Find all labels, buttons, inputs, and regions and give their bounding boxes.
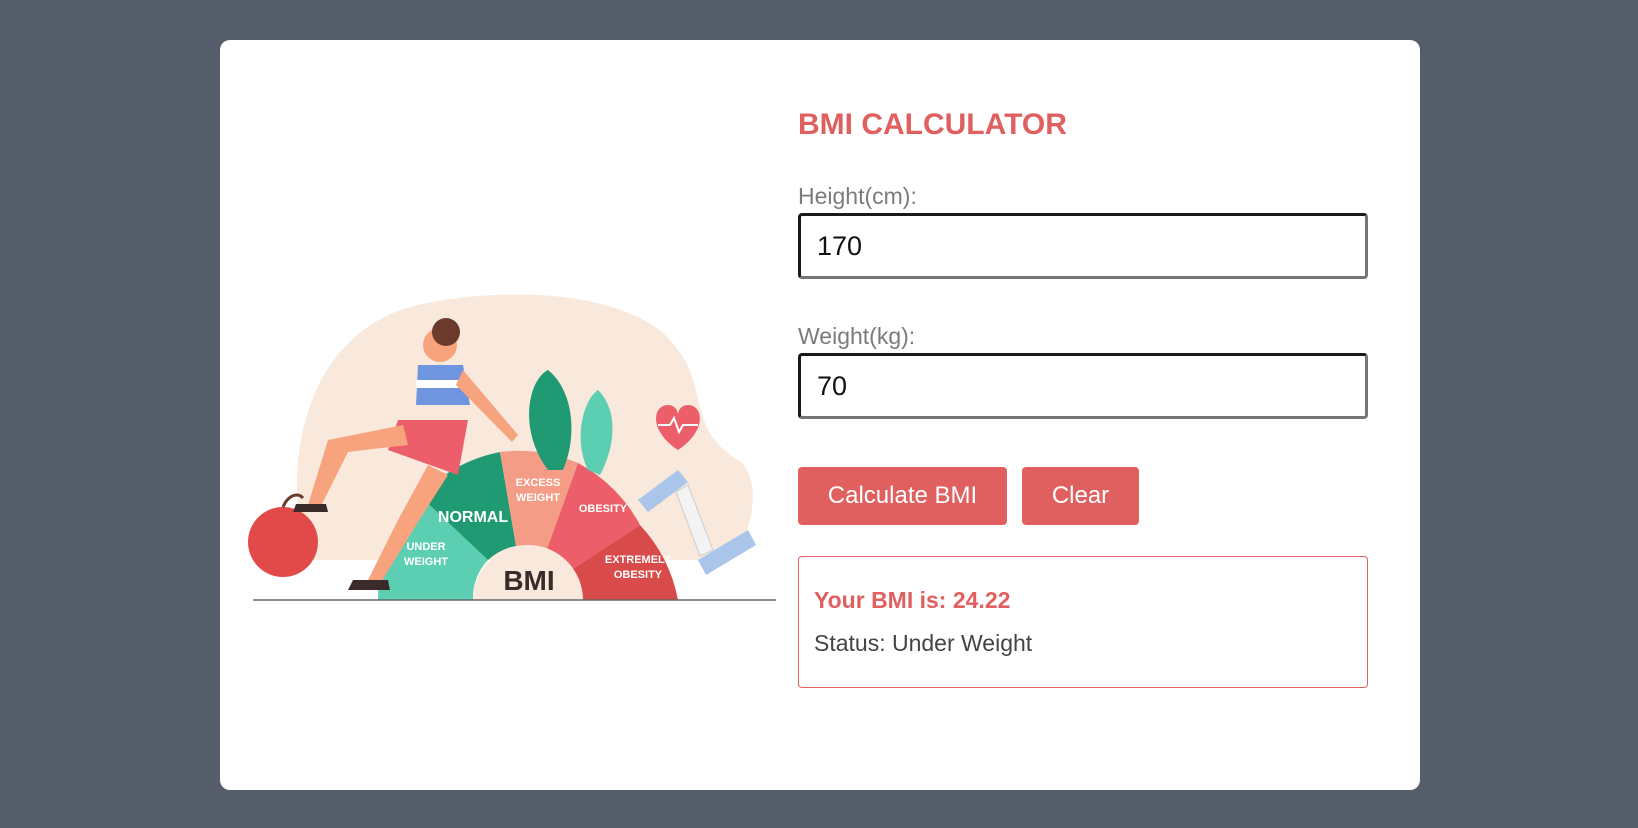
height-input[interactable]: [798, 213, 1368, 279]
gauge-label-obesity: OBESITY: [579, 503, 628, 515]
weight-label: Weight(kg):: [798, 323, 916, 349]
calculate-bmi-button[interactable]: Calculate BMI: [798, 467, 1007, 525]
gauge-label-center: BMI: [503, 565, 554, 596]
bmi-illustration: UNDER WEIGHT NORMAL EXCESS WEIGHT OBESIT…: [248, 294, 776, 601]
person-shoe-2: [348, 580, 390, 590]
apple-icon: [248, 507, 318, 577]
clear-button[interactable]: Clear: [1022, 467, 1139, 525]
gauge-label-normal: NORMAL: [438, 509, 508, 526]
person-shoe: [293, 504, 328, 512]
bmi-result-text: Your BMI is: 24.22: [814, 587, 1011, 613]
bmi-card: UNDER WEIGHT NORMAL EXCESS WEIGHT OBESIT…: [220, 40, 1420, 790]
gauge-label-excess-2: WEIGHT: [516, 492, 560, 504]
page-title: BMI CALCULATOR: [798, 108, 1067, 141]
gauge-label-under: UNDER: [406, 541, 445, 553]
bmi-status-text: Status: Under Weight: [814, 630, 1033, 656]
person-hair: [432, 318, 460, 346]
gauge-label-extreme: EXTREMELY: [605, 554, 672, 566]
result-box: Your BMI is: 24.22 Status: Under Weight: [798, 556, 1368, 688]
gauge-label-under-2: WEIGHT: [404, 556, 448, 568]
weight-input[interactable]: [798, 353, 1368, 419]
gauge-label-extreme-2: OBESITY: [614, 569, 663, 581]
height-label: Height(cm):: [798, 183, 917, 209]
gauge-label-excess: EXCESS: [516, 477, 561, 489]
